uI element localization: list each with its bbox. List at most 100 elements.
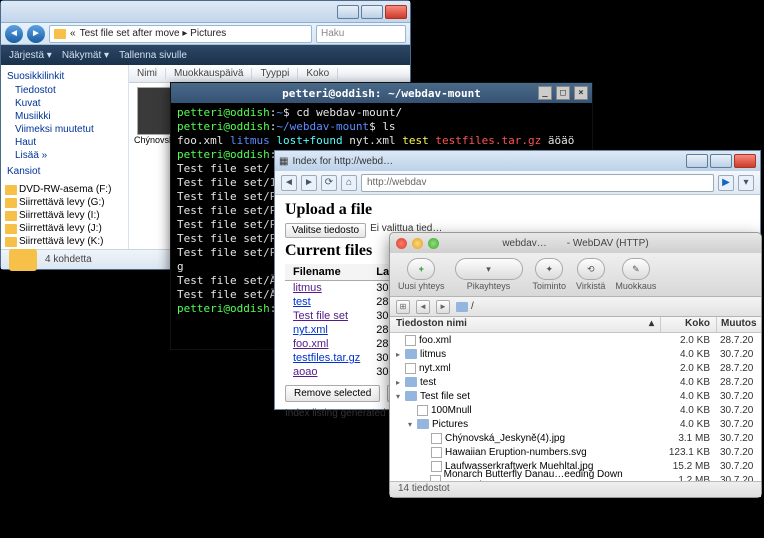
folder-icon xyxy=(456,302,468,312)
file-size: 15.2 MB xyxy=(660,461,716,472)
list-item[interactable]: ▸test4.0 KB28.7.20 xyxy=(390,375,761,389)
path-up[interactable]: ⊞ xyxy=(396,300,410,314)
tree-item[interactable]: Siirrettävä levy (J:) xyxy=(1,222,128,235)
go-button[interactable]: ▶ xyxy=(718,175,734,191)
back-button[interactable]: ◄ xyxy=(281,175,297,191)
file-icon xyxy=(431,433,442,444)
terminal-maximize[interactable]: □ xyxy=(556,86,570,100)
toolbar-label: Virkistä xyxy=(576,281,605,291)
toolbar-save[interactable]: Tallenna sivulle xyxy=(119,50,187,61)
minimize-button[interactable] xyxy=(337,5,359,19)
col-size[interactable]: Koko xyxy=(298,68,338,79)
close-button[interactable] xyxy=(385,5,407,19)
disclosure-icon[interactable]: ▾ xyxy=(394,392,402,401)
zoom-button[interactable] xyxy=(428,238,439,249)
disclosure-icon[interactable]: ▸ xyxy=(394,350,402,359)
reload-button[interactable]: ⟳ xyxy=(321,175,337,191)
sort-icon[interactable]: ▴ xyxy=(649,318,654,331)
favorite-link[interactable]: Kuvat xyxy=(1,97,128,110)
home-button[interactable]: ⌂ xyxy=(341,175,357,191)
list-item[interactable]: Monarch Butterfly Danau…eeding Down 3008… xyxy=(390,473,761,481)
list-item[interactable]: ▾Pictures4.0 KB30.7.20 xyxy=(390,417,761,431)
list-item[interactable]: Chýnovská_Jeskyně(4).jpg3.1 MB30.7.20 xyxy=(390,431,761,445)
list-item[interactable]: ▾Test file set4.0 KB30.7.20 xyxy=(390,389,761,403)
browser-maximize[interactable] xyxy=(710,154,732,168)
menu-button[interactable]: ▾ xyxy=(738,175,754,191)
list-item[interactable]: foo.xml2.0 KB28.7.20 xyxy=(390,333,761,347)
minimize-button[interactable] xyxy=(412,238,423,249)
file-link[interactable]: foo.xml xyxy=(293,338,328,350)
url-bar[interactable]: http://webdav xyxy=(361,174,714,192)
path-fwd[interactable]: ► xyxy=(436,300,450,314)
fm-titlebar[interactable]: webdav… - WebDAV (HTTP) xyxy=(390,233,761,253)
back-button[interactable]: ◄ xyxy=(5,25,23,43)
terminal-close[interactable]: × xyxy=(574,86,588,100)
forward-button[interactable]: ► xyxy=(27,25,45,43)
toolbar-item[interactable]: ▾Pikayhteys xyxy=(455,258,523,291)
tab-title: Index for http://webd… xyxy=(292,156,393,167)
file-link[interactable]: testfiles.tar.gz xyxy=(293,352,360,364)
forward-button[interactable]: ► xyxy=(301,175,317,191)
folder-icon xyxy=(5,198,17,208)
choose-file-button[interactable]: Valitse tiedosto xyxy=(285,223,366,238)
favorite-link[interactable]: Haut xyxy=(1,136,128,149)
file-link[interactable]: Test file set xyxy=(293,310,348,322)
status-text: 4 kohdetta xyxy=(45,254,92,265)
toolbar-views[interactable]: Näkymät ▾ xyxy=(62,50,109,61)
col-modified[interactable]: Muutos xyxy=(716,317,761,332)
explorer-titlebar[interactable] xyxy=(1,1,410,23)
favorite-link[interactable]: Tiedostot xyxy=(1,84,128,97)
favorite-link[interactable]: Viimeksi muutetut xyxy=(1,123,128,136)
folder-icon xyxy=(5,237,17,247)
col-type[interactable]: Tyyppi xyxy=(252,68,298,79)
column-headers[interactable]: Nimi Muokkauspäivä Tyyppi Koko xyxy=(129,65,410,83)
toolbar-item[interactable]: ✎Muokkaus xyxy=(615,258,656,291)
url-text: http://webdav xyxy=(367,177,426,188)
file-link[interactable]: test xyxy=(293,296,311,308)
file-name: test xyxy=(420,377,436,388)
file-name: Pictures xyxy=(432,419,468,430)
list-item[interactable]: ▸litmus4.0 KB30.7.20 xyxy=(390,347,761,361)
search-input[interactable]: Haku xyxy=(316,25,406,43)
favorite-link[interactable]: Musiikki xyxy=(1,110,128,123)
file-size: 2.0 KB xyxy=(660,363,716,374)
maximize-button[interactable] xyxy=(361,5,383,19)
folder-icon xyxy=(405,377,417,387)
col-date[interactable]: Muokkauspäivä xyxy=(166,68,252,79)
list-item[interactable]: Hawaiian Eruption-numbers.svg123.1 KB30.… xyxy=(390,445,761,459)
file-name: Hawaiian Eruption-numbers.svg xyxy=(445,447,587,458)
toolbar-item[interactable]: +Uusi yhteys xyxy=(398,258,445,291)
col-filename[interactable]: Filename xyxy=(285,264,368,281)
browser-minimize[interactable] xyxy=(686,154,708,168)
path-back[interactable]: ◄ xyxy=(416,300,430,314)
favorite-link[interactable]: Lisää » xyxy=(1,149,128,162)
path-root[interactable]: / xyxy=(456,301,474,312)
terminal-minimize[interactable]: _ xyxy=(538,86,552,100)
col-name[interactable]: Nimi xyxy=(129,68,166,79)
toolbar-organize[interactable]: Järjestä ▾ xyxy=(9,50,52,61)
disclosure-icon[interactable]: ▾ xyxy=(406,420,414,429)
fm-pathbar: ⊞ ◄ ► / xyxy=(390,297,761,317)
file-link[interactable]: aoao xyxy=(293,366,317,378)
tree-item[interactable]: Siirrettävä levy (I:) xyxy=(1,209,128,222)
col-name[interactable]: Tiedoston nimi xyxy=(396,318,467,331)
tree-item[interactable]: Siirrettävä levy (G:) xyxy=(1,196,128,209)
terminal-title: petteri@oddish: ~/webdav-mount xyxy=(282,87,481,100)
remove-selected-button[interactable]: Remove selected xyxy=(285,385,380,402)
terminal-titlebar[interactable]: petteri@oddish: ~/webdav-mount _ □ × xyxy=(171,83,592,103)
disclosure-icon[interactable]: ▸ xyxy=(394,378,402,387)
close-button[interactable] xyxy=(396,238,407,249)
toolbar-item[interactable]: ⟲Virkistä xyxy=(576,258,605,291)
list-item[interactable]: 100Mnull4.0 KB30.7.20 xyxy=(390,403,761,417)
fm-file-list[interactable]: foo.xml2.0 KB28.7.20▸litmus4.0 KB30.7.20… xyxy=(390,333,761,481)
col-size[interactable]: Koko xyxy=(660,317,716,332)
toolbar-item[interactable]: ✦Toiminto xyxy=(533,258,567,291)
file-link[interactable]: nyt.xml xyxy=(293,324,328,336)
file-link[interactable]: litmus xyxy=(293,282,322,294)
browser-titlebar[interactable]: ▦ Index for http://webd… xyxy=(275,151,760,171)
list-item[interactable]: nyt.xml2.0 KB28.7.20 xyxy=(390,361,761,375)
address-bar[interactable]: « Test file set after move ▸ Pictures xyxy=(49,25,312,43)
browser-close[interactable] xyxy=(734,154,756,168)
tree-item[interactable]: DVD-RW-asema (F:) xyxy=(1,183,128,196)
tree-item[interactable]: Siirrettävä levy (K:) xyxy=(1,235,128,248)
